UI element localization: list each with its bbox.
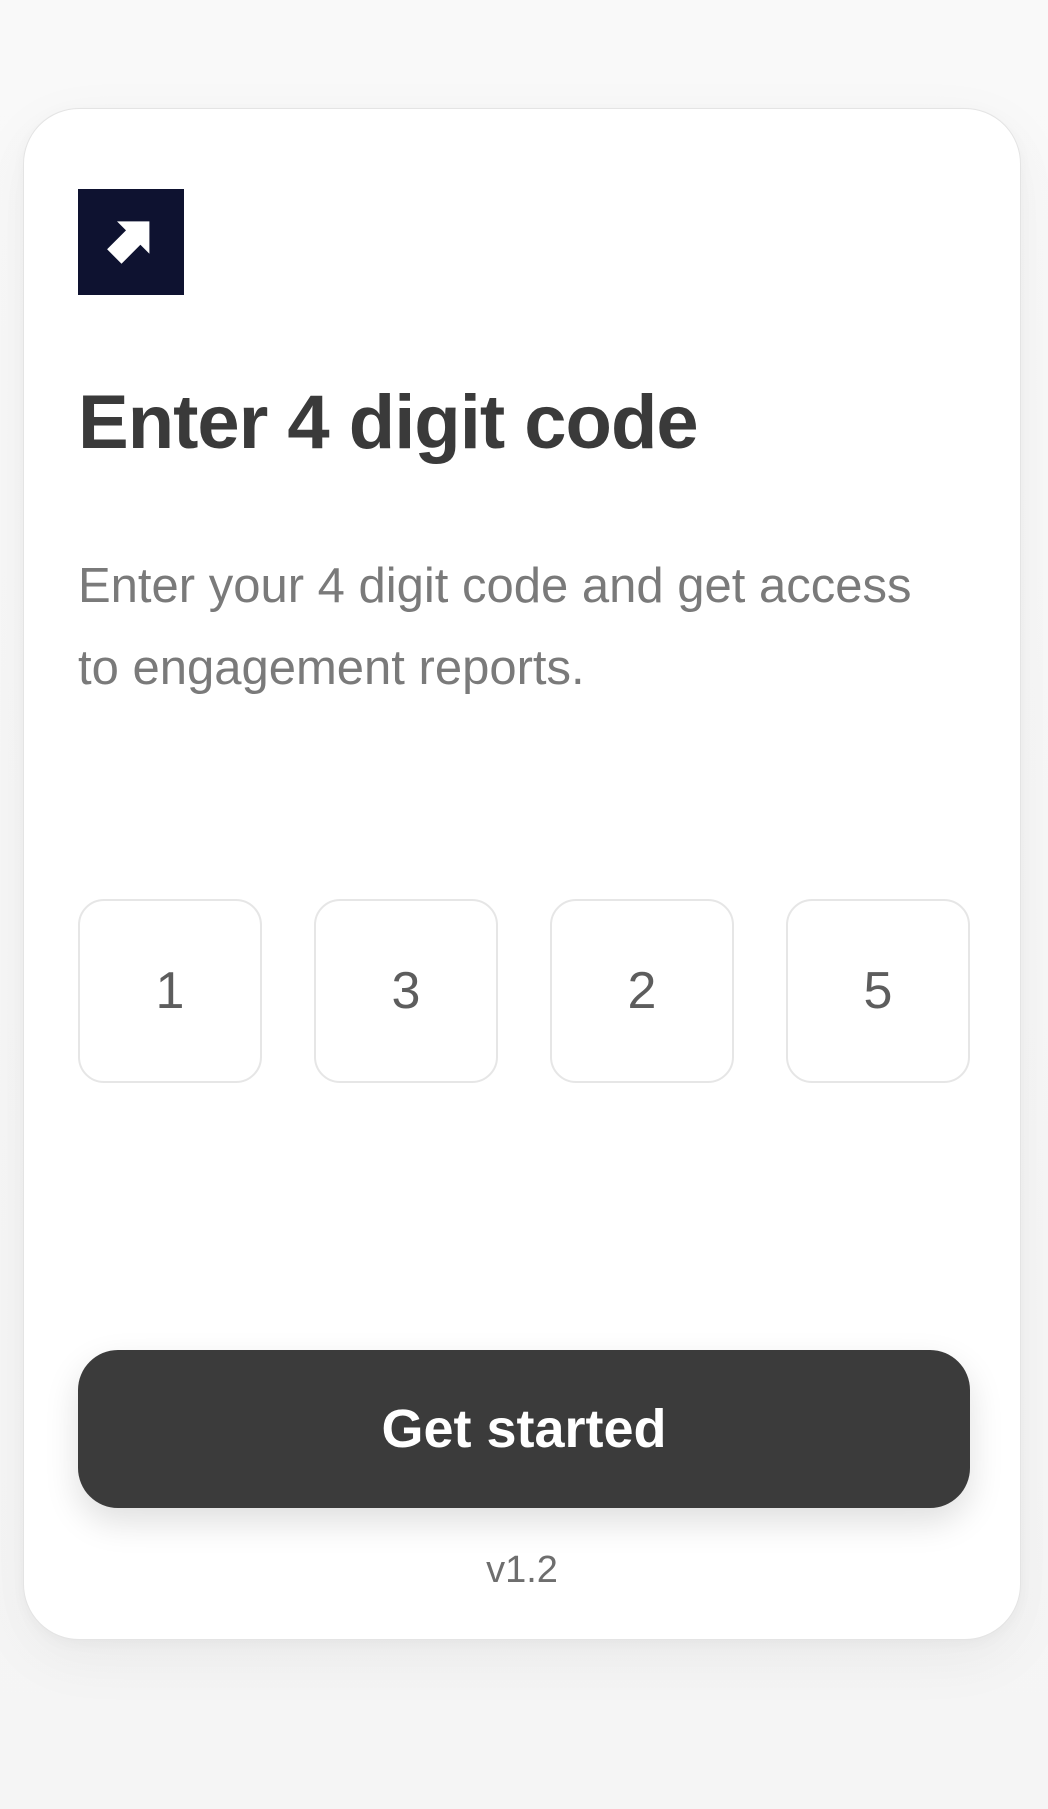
- get-started-button[interactable]: Get started: [78, 1350, 970, 1508]
- code-digit-1-input[interactable]: 1: [78, 899, 262, 1083]
- arrow-up-right-icon: [107, 221, 150, 264]
- version-label: v1.2: [486, 1549, 558, 1591]
- code-digit-4-input[interactable]: 5: [786, 899, 970, 1083]
- page-background: Enter 4 digit code Enter your 4 digit co…: [0, 0, 1048, 1809]
- page-title: Enter 4 digit code: [78, 380, 699, 465]
- login-card: Enter 4 digit code Enter your 4 digit co…: [23, 108, 1021, 1640]
- code-digit-3-input[interactable]: 2: [550, 899, 734, 1083]
- code-input-group: 1 3 2 5: [78, 899, 970, 1083]
- brand-logo: [78, 189, 184, 295]
- page-subtitle: Enter your 4 digit code and get access t…: [78, 559, 912, 695]
- code-digit-2-input[interactable]: 3: [314, 899, 498, 1083]
